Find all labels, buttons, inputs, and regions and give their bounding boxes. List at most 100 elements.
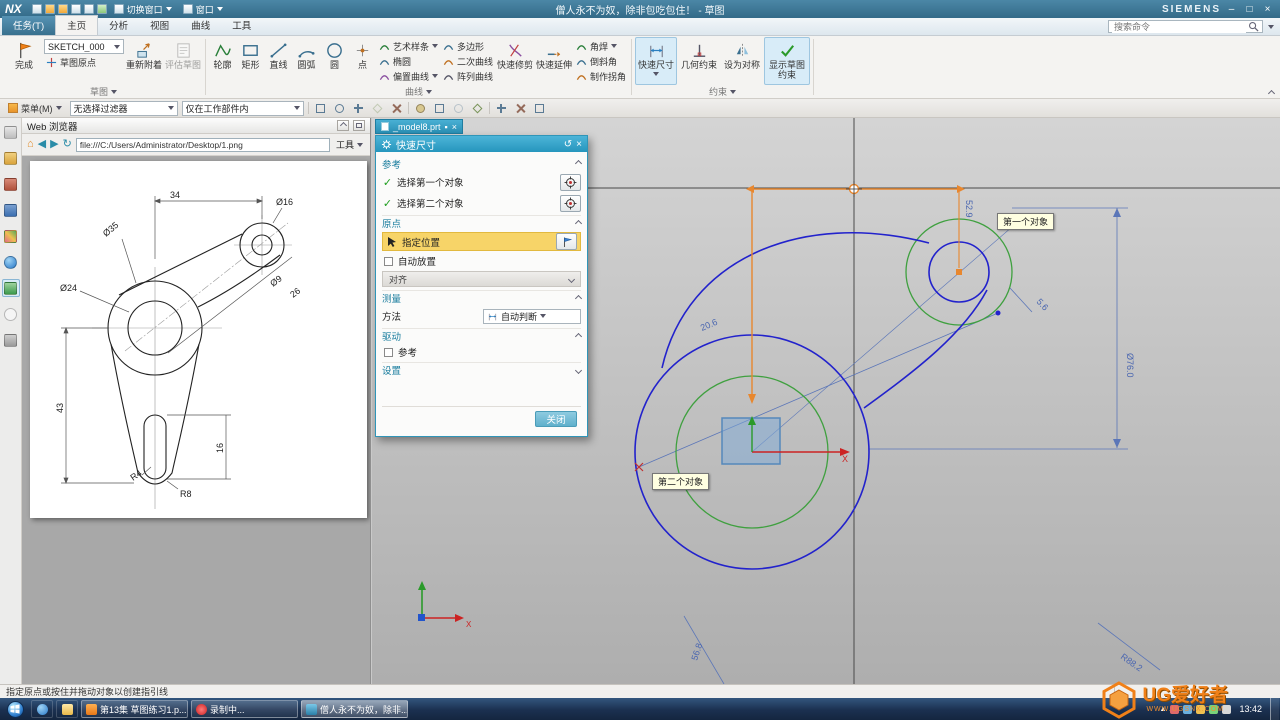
web-browser-content[interactable]: 34 Ø16 Ø35 Ø24 Ø9 26 43 16 R4 R8 xyxy=(22,156,370,684)
polygon-button[interactable]: 多边形 xyxy=(441,39,495,53)
close-button[interactable]: × xyxy=(1260,4,1275,15)
select-second-object-row[interactable]: ✓ 选择第二个对象 xyxy=(382,194,581,212)
auto-place-checkbox[interactable] xyxy=(384,257,393,266)
dialog-titlebar[interactable]: 快速尺寸 ↺ × xyxy=(376,136,587,152)
chevron-down-icon[interactable] xyxy=(1268,25,1274,29)
selection-filter-combo[interactable]: 无选择过滤器 xyxy=(70,101,178,116)
search-input[interactable] xyxy=(1112,21,1246,33)
section-settings[interactable]: 设置 xyxy=(382,362,581,376)
selection-scope-combo[interactable]: 仅在工作部件内 xyxy=(182,101,304,116)
panel-float-icon[interactable] xyxy=(353,120,365,131)
sketch-origin-button[interactable]: 草图原点 xyxy=(44,55,124,69)
point-on-curve-icon[interactable] xyxy=(351,101,366,116)
reference-row[interactable]: 参考 xyxy=(382,345,581,359)
start-button[interactable] xyxy=(2,698,28,720)
display-sketch-constraints-button[interactable]: 显示草图约束 xyxy=(764,37,810,85)
refresh-icon[interactable]: ↻ xyxy=(63,139,72,150)
select-first-object-row[interactable]: ✓ 选择第一个对象 xyxy=(382,173,581,191)
specify-location-row[interactable]: 指定位置 xyxy=(382,232,581,251)
circle-button[interactable]: 圆 xyxy=(321,37,348,85)
center-point-icon[interactable] xyxy=(413,101,428,116)
quick-dimension-button[interactable]: 快速尺寸 xyxy=(635,37,677,85)
quadrant-point-icon[interactable] xyxy=(470,101,485,116)
sketch-group-label[interactable]: 草图 xyxy=(5,85,202,98)
pattern-curve-button[interactable]: 阵列曲线 xyxy=(441,69,495,83)
endpoint-icon[interactable] xyxy=(432,101,447,116)
tab-home[interactable]: 主页 xyxy=(55,15,98,35)
tray-clock[interactable]: 13:42 xyxy=(1235,704,1266,714)
arc-button[interactable]: 圆弧 xyxy=(293,37,320,85)
switch-window-button[interactable]: 切换窗口 xyxy=(110,2,176,16)
tab-view[interactable]: 视图 xyxy=(139,16,180,35)
grid-snap-icon[interactable] xyxy=(532,101,547,116)
undo-icon[interactable] xyxy=(45,4,55,14)
taskbar-explorer-icon[interactable] xyxy=(56,700,78,718)
section-measure[interactable]: 测量 xyxy=(382,290,581,304)
history-icon[interactable] xyxy=(2,305,20,323)
finish-sketch-button[interactable]: 完成 xyxy=(5,37,43,85)
redo-icon[interactable] xyxy=(58,4,68,14)
graphics-viewport[interactable]: X X 20.6 52.9 5.6 Ø76.0 56.8 R88.2 _mode… xyxy=(372,118,1280,684)
web-browser-icon[interactable] xyxy=(2,279,20,297)
panel-collapse-icon[interactable] xyxy=(337,120,349,131)
window-menu-button[interactable]: 窗口 xyxy=(179,2,227,16)
curve-group-label[interactable]: 曲线 xyxy=(209,85,628,98)
forward-icon[interactable]: ▶ xyxy=(50,139,58,150)
reuse-library-icon[interactable] xyxy=(2,227,20,245)
constraints-group-label[interactable]: 约束 xyxy=(635,85,810,98)
select-all-icon[interactable] xyxy=(313,101,328,116)
back-icon[interactable]: ◀ xyxy=(38,139,46,150)
conic-button[interactable]: 二次曲线 xyxy=(441,54,495,68)
dialog-reset-icon[interactable]: ↺ xyxy=(564,139,572,150)
close-dialog-button[interactable]: 关闭 xyxy=(535,411,577,427)
internet-explorer-icon[interactable] xyxy=(2,253,20,271)
home-icon[interactable]: ⌂ xyxy=(27,139,34,150)
specify-location-button[interactable] xyxy=(556,233,577,250)
method-dropdown[interactable]: 自动判断 xyxy=(483,309,581,324)
taskbar-ie-icon[interactable] xyxy=(31,700,53,718)
quick-extend-button[interactable]: 快速延伸 xyxy=(535,37,573,85)
roles-icon[interactable] xyxy=(2,331,20,349)
menu-button[interactable]: 菜单(M) xyxy=(4,101,66,115)
rectangle-button[interactable]: 矩形 xyxy=(237,37,264,85)
cursor-location-icon[interactable] xyxy=(513,101,528,116)
sketch-name-combo[interactable]: SKETCH_000 xyxy=(44,39,124,54)
ellipse-button[interactable]: 椭圆 xyxy=(377,54,440,68)
taskbar-item-video[interactable]: 第13集 草图练习1.p... xyxy=(81,700,188,718)
tab-analysis[interactable]: 分析 xyxy=(98,16,139,35)
minimize-button[interactable]: – xyxy=(1224,4,1239,15)
chamfer-button[interactable]: 倒斜角 xyxy=(574,54,628,68)
maximize-button[interactable]: □ xyxy=(1242,4,1257,15)
snap-point-icon[interactable] xyxy=(332,101,347,116)
cut-icon[interactable] xyxy=(71,4,81,14)
studio-spline-button[interactable]: 艺术样条 xyxy=(377,39,440,53)
point-button[interactable]: 点 xyxy=(349,37,376,85)
auto-place-row[interactable]: 自动放置 xyxy=(382,254,581,268)
select-first-object-button[interactable] xyxy=(560,174,581,191)
taskbar-item-recording[interactable]: 录制中... xyxy=(191,700,298,718)
address-bar[interactable] xyxy=(76,138,330,152)
constraint-navigator-icon[interactable] xyxy=(2,175,20,193)
fillet-button[interactable]: 角焊 xyxy=(574,39,628,53)
resource-pin-icon[interactable] xyxy=(2,123,20,141)
dialog-close-icon[interactable]: × xyxy=(576,139,582,150)
pin-icon[interactable]: ▪ xyxy=(445,122,448,132)
tab-task[interactable]: 任务(T) xyxy=(2,16,55,35)
browser-tools-button[interactable]: 工具 xyxy=(334,138,365,151)
make-symmetric-button[interactable]: 设为对称 xyxy=(721,37,763,85)
paste-icon[interactable] xyxy=(97,4,107,14)
tab-close-icon[interactable]: × xyxy=(452,122,457,132)
offset-curve-button[interactable]: 偏置曲线 xyxy=(377,69,440,83)
command-search[interactable] xyxy=(1108,20,1263,33)
tab-curve[interactable]: 曲线 xyxy=(180,16,221,35)
part-navigator-icon[interactable] xyxy=(2,201,20,219)
select-second-object-button[interactable] xyxy=(560,195,581,212)
alignment-section[interactable]: 对齐 xyxy=(382,271,581,287)
section-driving[interactable]: 驱动 xyxy=(382,328,581,342)
taskbar-item-nx[interactable]: 僧人永不为奴，除非... xyxy=(301,700,408,718)
existing-point-icon[interactable] xyxy=(494,101,509,116)
quick-trim-button[interactable]: 快速修剪 xyxy=(496,37,534,85)
save-icon[interactable] xyxy=(32,4,42,14)
minimize-ribbon-icon[interactable] xyxy=(1268,90,1275,97)
section-reference[interactable]: 参考 xyxy=(382,156,581,170)
